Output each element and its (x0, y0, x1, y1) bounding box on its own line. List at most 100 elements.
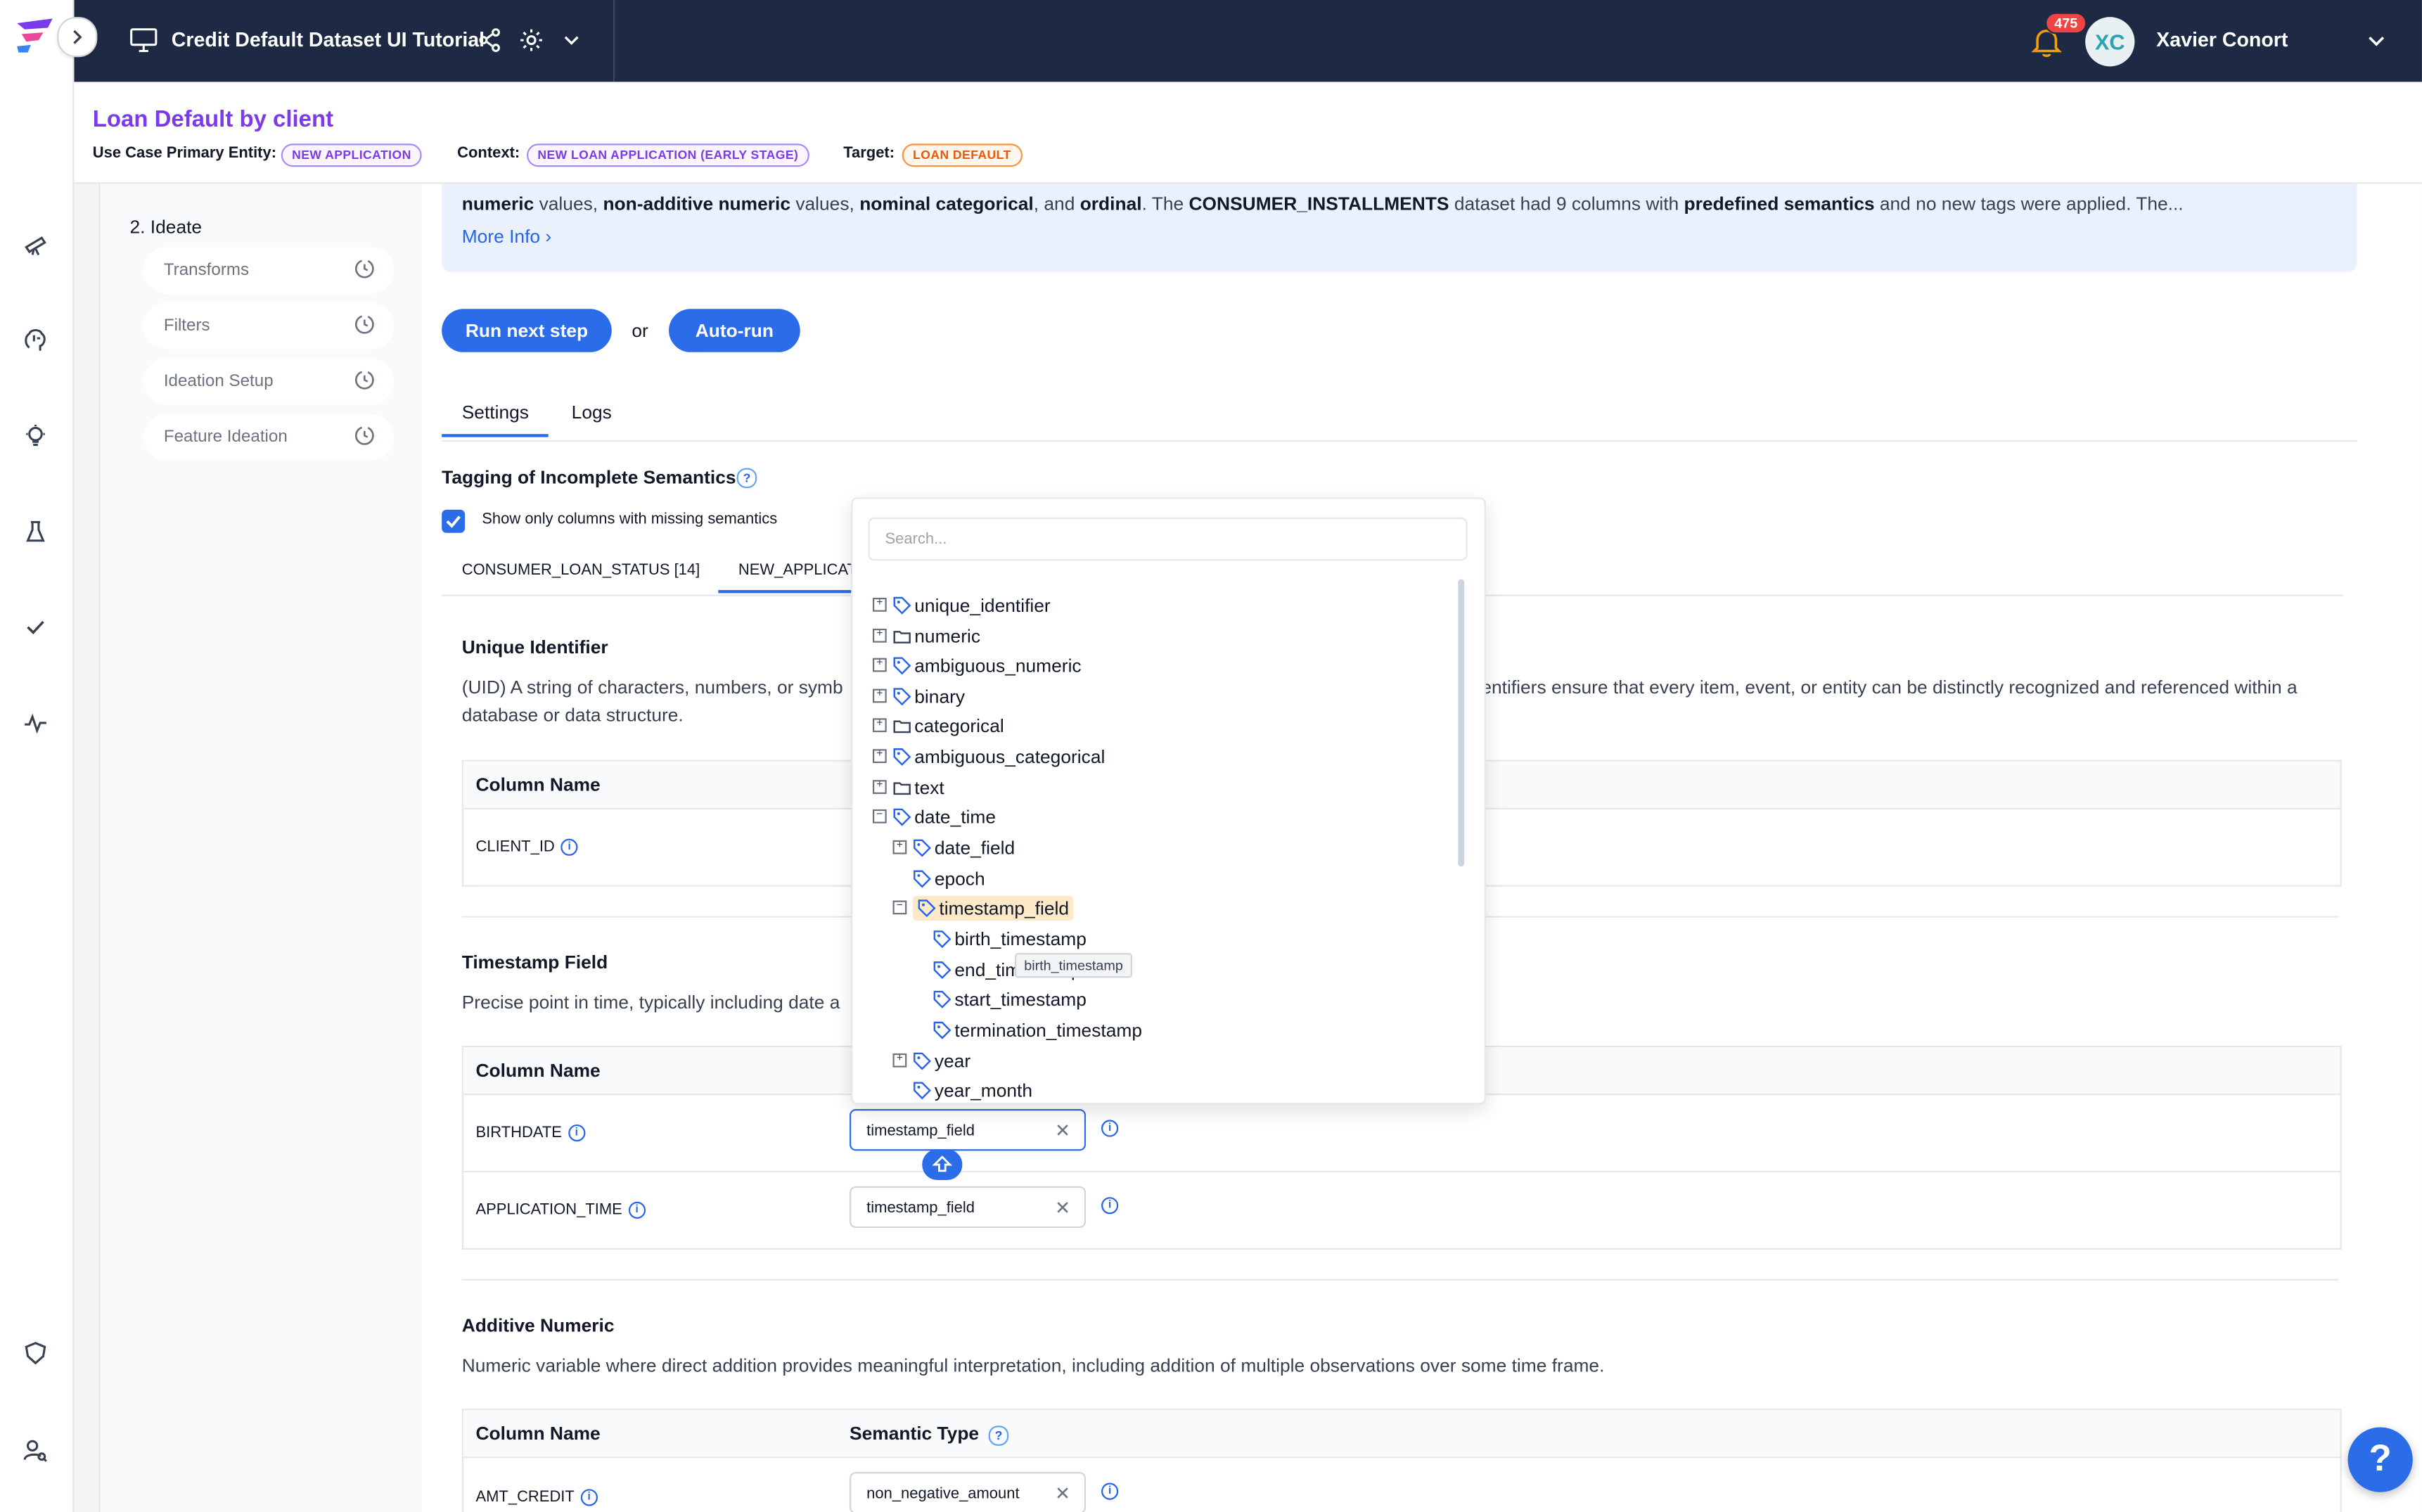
tag-icon (914, 1052, 931, 1070)
tree-item-label: text (893, 777, 944, 799)
telescope-icon[interactable] (20, 229, 51, 260)
collapse-icon[interactable]: − (892, 900, 907, 915)
share-icon[interactable] (474, 25, 505, 56)
activity-icon[interactable] (20, 707, 51, 738)
tag-icon (893, 657, 911, 675)
help-icon[interactable]: ? (736, 468, 757, 489)
expand-icon[interactable]: + (872, 628, 887, 643)
expand-icon[interactable]: + (872, 658, 887, 672)
entity-badge[interactable]: NEW APPLICATION (281, 143, 423, 167)
tree-item[interactable]: epoch (913, 865, 985, 893)
gear-icon[interactable] (516, 25, 547, 56)
tab-logs[interactable]: Logs (572, 402, 612, 423)
info-icon[interactable]: i (580, 1489, 598, 1506)
column-name-header: Column Name (475, 774, 601, 796)
target-badge[interactable]: LOAN DEFAULT (902, 143, 1023, 167)
shield-icon[interactable] (20, 1338, 51, 1369)
tree-item[interactable]: year (913, 1047, 970, 1075)
info-icon[interactable]: i (560, 838, 578, 856)
expand-icon[interactable]: + (892, 1053, 907, 1068)
section-divider (461, 1279, 2339, 1281)
tag-icon (933, 1021, 952, 1039)
tag-icon (893, 748, 911, 766)
additive-table: Column Name Semantic Type ? AMT_CREDIT i … (461, 1409, 2342, 1512)
context-badge[interactable]: NEW LOAN APPLICATION (EARLY STAGE) (526, 143, 809, 167)
expand-sidebar-button[interactable] (57, 17, 98, 58)
tree-item[interactable]: ambiguous_categorical (893, 743, 1105, 771)
tag-icon (893, 808, 911, 826)
expand-icon[interactable]: + (872, 780, 887, 794)
tree-item[interactable]: date_field (913, 834, 1015, 862)
expand-icon[interactable]: + (872, 688, 887, 703)
check-icon[interactable] (20, 612, 51, 643)
avatar[interactable]: XC (2085, 17, 2135, 67)
table-row: BIRTHDATE i timestamp_field ✕ i (463, 1095, 2340, 1173)
missing-semantics-checkbox[interactable] (442, 509, 466, 533)
drag-handle[interactable] (922, 1149, 963, 1181)
info-icon[interactable]: i (568, 1124, 585, 1142)
semantic-type-select[interactable]: non_negative_amount ✕ (850, 1472, 1087, 1512)
tree-item-label: date_time (893, 807, 996, 828)
tree-item[interactable]: year_month (913, 1077, 1032, 1103)
additive-title: Additive Numeric (461, 1314, 615, 1336)
flask-icon[interactable] (20, 516, 51, 547)
semantic-type-select[interactable]: timestamp_field ✕ (850, 1186, 1087, 1229)
step-label: Ideation Setup (163, 372, 274, 391)
summary-text: numeric values, non-additive numeric val… (461, 193, 2184, 215)
info-icon[interactable]: i (628, 1201, 646, 1219)
tree-item-label: start_timestamp (933, 989, 1087, 1010)
tag-icon (933, 990, 952, 1008)
tree-item[interactable]: categorical (893, 712, 1004, 741)
tree-item[interactable]: timestamp_field (913, 895, 1074, 923)
tree-item[interactable]: binary (893, 683, 965, 711)
tag-icon (914, 839, 931, 857)
expand-icon[interactable]: + (892, 840, 907, 854)
step-feature-ideation[interactable]: Feature Ideation (143, 414, 395, 461)
info-icon[interactable]: i (1101, 1482, 1119, 1500)
tree-item[interactable]: birth_timestamp (933, 925, 1087, 954)
semantic-type-select[interactable]: timestamp_field ✕ (850, 1109, 1087, 1151)
tree-item[interactable]: text (893, 774, 944, 802)
step-ideation-setup[interactable]: Ideation Setup (143, 358, 395, 405)
tab-consumer-loan-status[interactable]: CONSUMER_LOAN_STATUS [14] (462, 562, 700, 579)
user-name[interactable]: Xavier Conort (2156, 28, 2288, 51)
more-info-link[interactable]: More Info › (462, 226, 551, 248)
brain-icon[interactable] (20, 324, 51, 355)
page-title[interactable]: Loan Default by client (93, 107, 333, 133)
chevron-down-icon[interactable] (556, 25, 587, 56)
clear-icon[interactable]: ✕ (1055, 1120, 1070, 1141)
tree-item[interactable]: unique_identifier (893, 591, 1051, 620)
step-filters[interactable]: Filters (143, 302, 395, 350)
lightbulb-icon[interactable] (20, 420, 51, 451)
auto-run-button[interactable]: Auto-run (669, 309, 800, 352)
step-label: Transforms (163, 261, 250, 280)
tagging-title: Tagging of Incomplete Semantics (442, 466, 736, 489)
tab-settings[interactable]: Settings (442, 402, 549, 437)
step-heading: 2. Ideate (129, 216, 203, 238)
chevron-down-icon[interactable] (2368, 32, 2385, 49)
expand-icon[interactable]: + (872, 598, 887, 612)
help-button[interactable]: ? (2347, 1427, 2413, 1492)
tree-item[interactable]: start_timestamp (933, 985, 1087, 1013)
collapse-icon[interactable]: − (872, 809, 887, 824)
tree-search-input[interactable]: Search... (868, 517, 1468, 561)
clear-icon[interactable]: ✕ (1055, 1483, 1070, 1505)
project-title[interactable]: Credit Default Dataset UI Tutorial (172, 28, 485, 51)
info-icon[interactable]: i (1101, 1120, 1119, 1137)
step-transforms[interactable]: Transforms (143, 247, 395, 294)
expand-icon[interactable]: + (872, 718, 887, 733)
tree-item[interactable]: termination_timestamp (933, 1016, 1142, 1044)
dropdown-scrollbar[interactable] (1458, 579, 1465, 867)
info-icon[interactable]: i (1101, 1197, 1119, 1215)
user-search-icon[interactable] (20, 1435, 51, 1466)
tree-item[interactable]: ambiguous_numeric (893, 652, 1082, 680)
run-next-step-button[interactable]: Run next step (442, 309, 612, 352)
tree-item-label: ambiguous_numeric (893, 655, 1082, 677)
expand-icon[interactable]: + (872, 749, 887, 764)
tree-item[interactable]: date_time (893, 803, 996, 831)
app-logo[interactable] (13, 15, 59, 56)
tree-item[interactable]: numeric (893, 622, 980, 651)
clear-icon[interactable]: ✕ (1055, 1197, 1070, 1219)
tree-item-label: date_field (913, 837, 1015, 859)
help-icon[interactable]: ? (988, 1425, 1009, 1446)
